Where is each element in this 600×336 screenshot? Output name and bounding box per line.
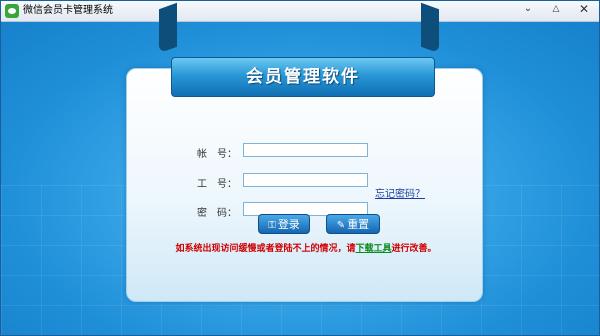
banner-ribbon-left [159,2,177,54]
employee-id-label: 工 号： [197,179,237,190]
minimize-button[interactable]: ⌄ [514,1,542,17]
pencil-icon: ✎ [336,220,346,231]
login-button-label: 登录 [277,218,300,231]
reset-button[interactable]: ✎ 重置 [326,214,380,234]
banner-ribbon-right [421,2,439,54]
notice-text: 如系统出现访问缓慢或者登陆不上的情况，请下载工具进行改善。 [146,241,466,254]
download-tool-link[interactable]: 下载工具 [355,244,391,254]
password-label: 密 码： [197,208,237,219]
notice-suffix: 进行改善。 [391,244,437,254]
app-banner: 会员管理软件 [171,57,435,97]
account-label: 帐 号： [197,149,237,160]
banner-title: 会员管理软件 [246,67,360,87]
forgot-password-link[interactable]: 忘记密码？ [375,185,425,200]
key-icon: ⚿ [268,220,276,231]
account-input[interactable] [243,143,368,157]
login-button[interactable]: ⚿ 登录 [258,214,310,234]
title-bar: 微信会员卡管理系统 ⌄ △ ✕ [1,1,599,22]
close-button[interactable]: ✕ [570,1,598,17]
notice-prefix: 如系统出现访问缓慢或者登陆不上的情况，请 [175,244,356,254]
maximize-button[interactable]: △ [542,1,570,17]
window-title: 微信会员卡管理系统 [23,5,113,16]
reset-button-label: 重置 [347,218,370,231]
employee-id-input[interactable] [243,173,368,187]
app-window: 微信会员卡管理系统 ⌄ △ ✕ 会员管理软件 帐 号： 工 号： 密 码： 忘记… [0,0,600,336]
wechat-icon [5,4,19,18]
